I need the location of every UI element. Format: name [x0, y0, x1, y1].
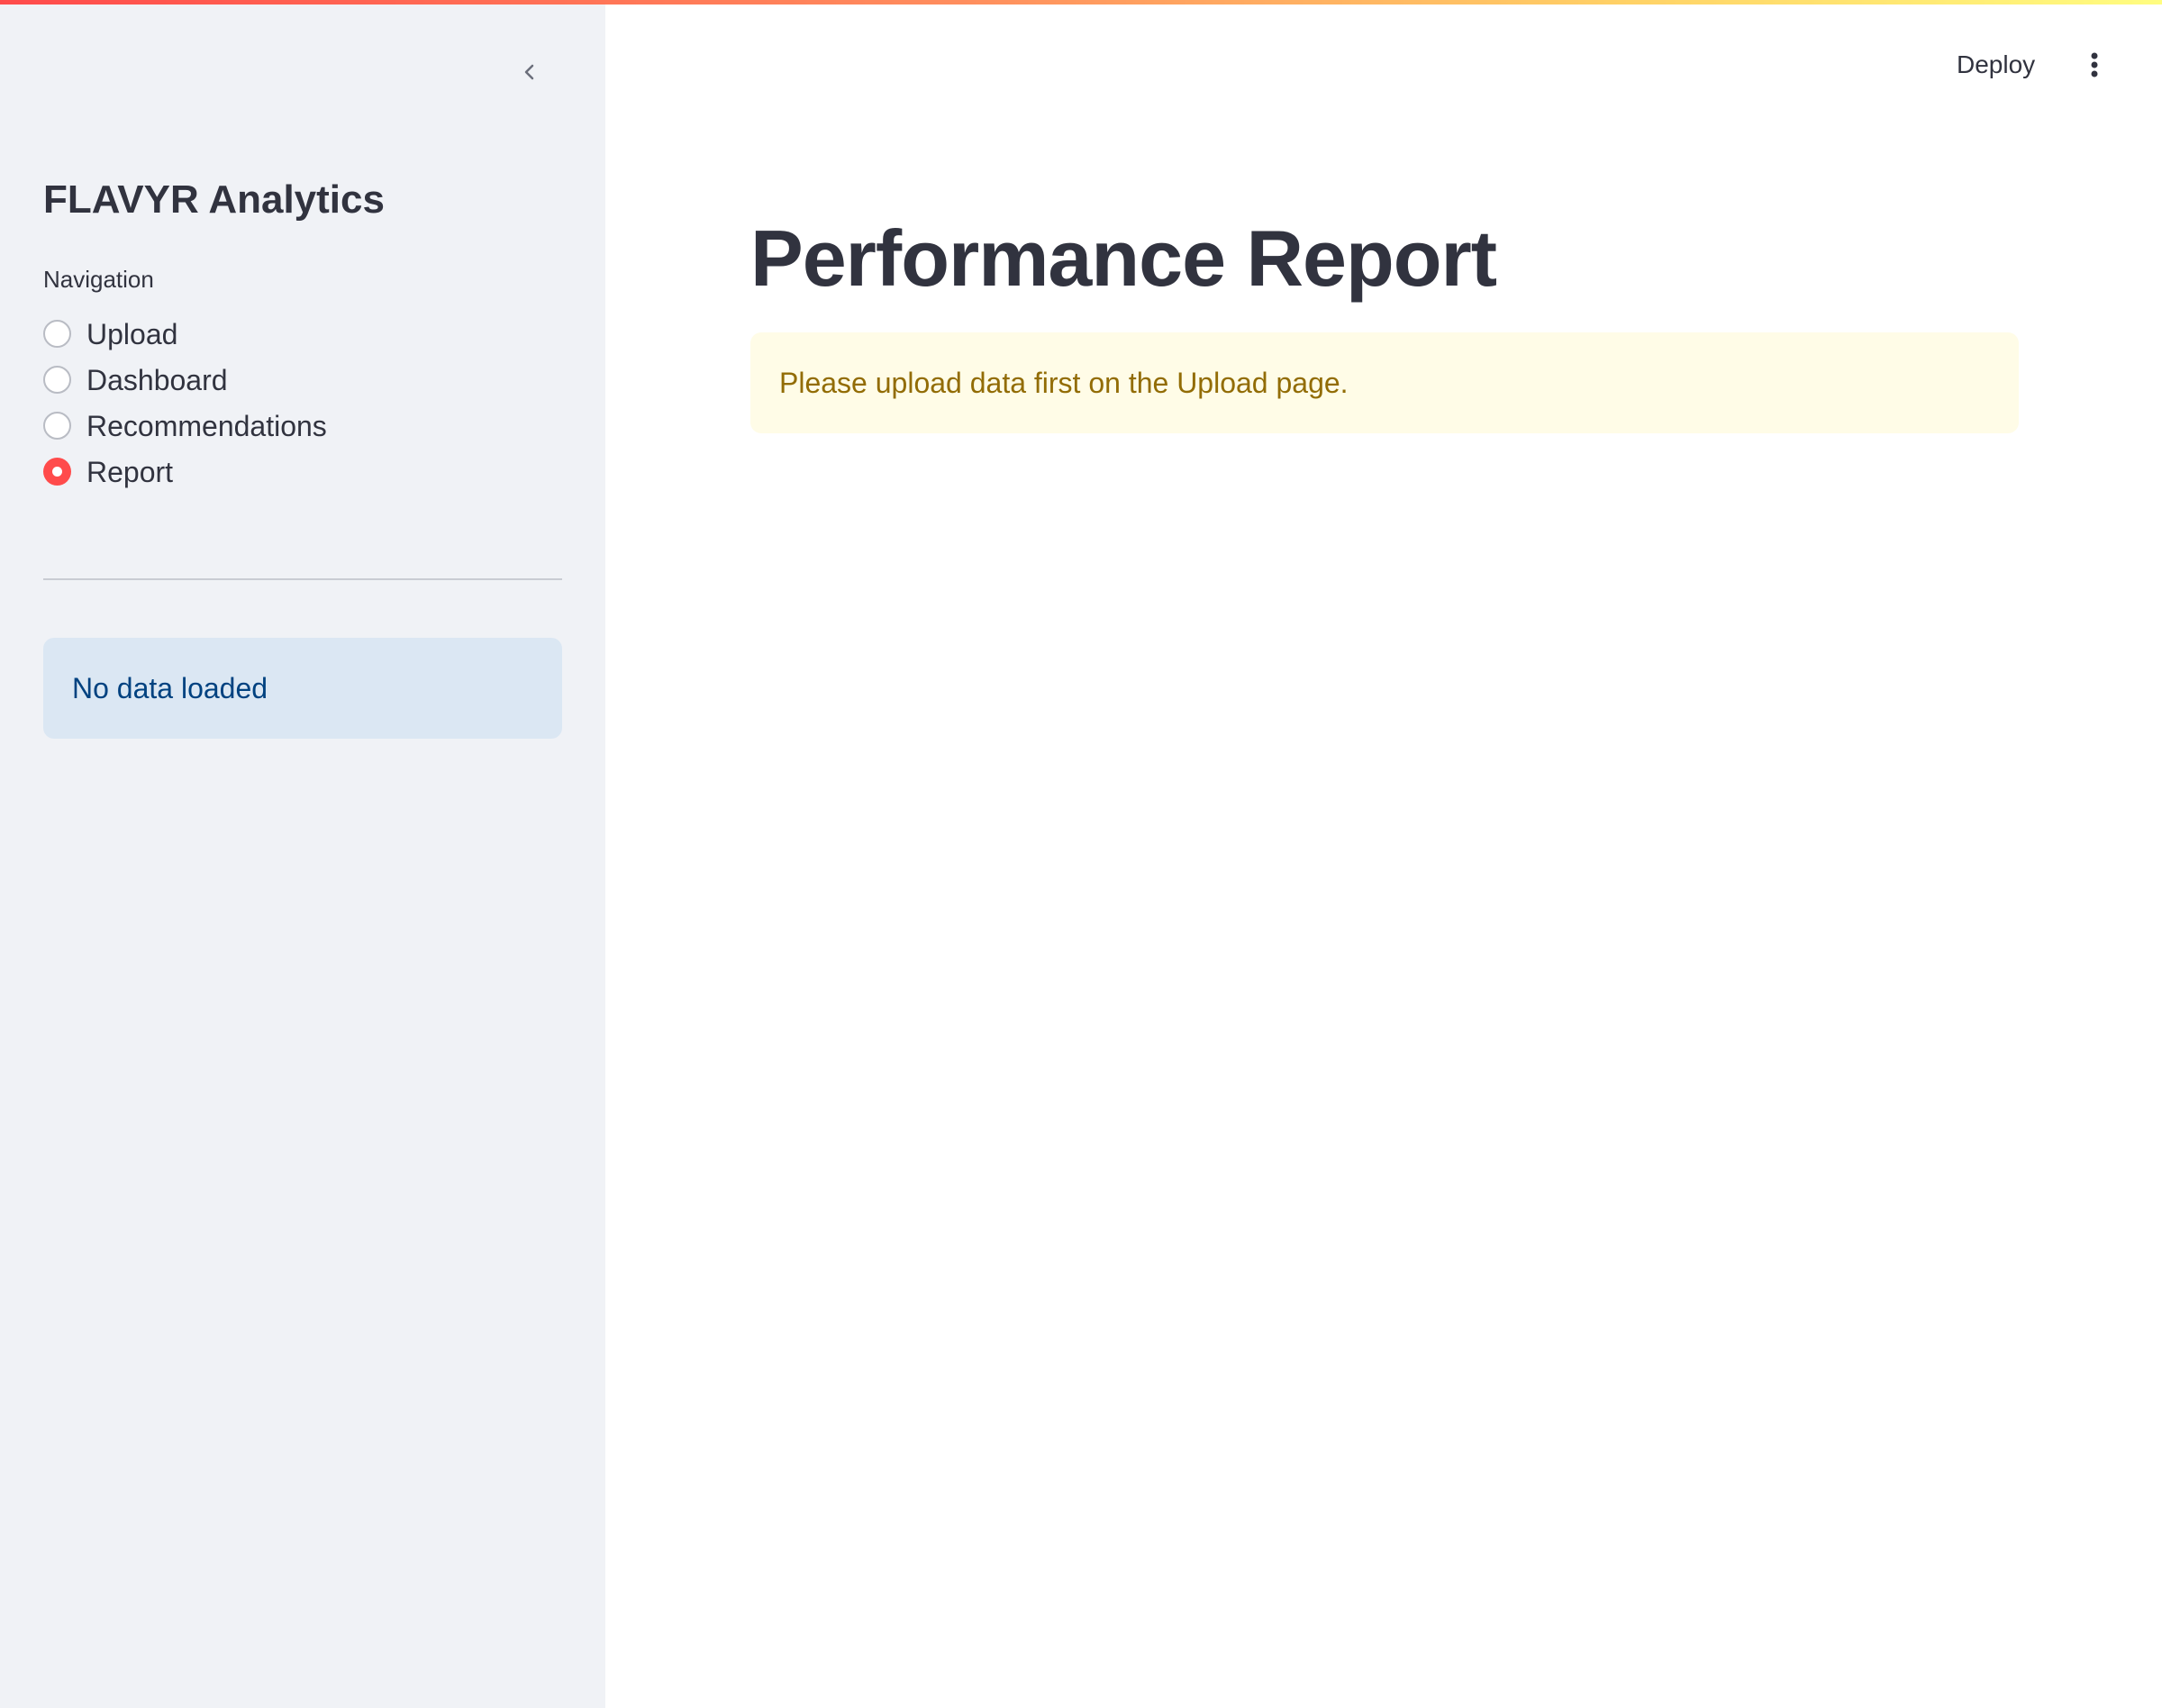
- more-vertical-icon: [2091, 52, 2098, 77]
- radio-button-unchecked[interactable]: [43, 412, 71, 440]
- data-status-info-box: No data loaded: [43, 638, 562, 739]
- nav-option-dashboard[interactable]: Dashboard: [43, 357, 327, 403]
- nav-option-label: Report: [86, 455, 174, 488]
- radio-button-unchecked[interactable]: [43, 366, 71, 394]
- sidebar-divider: [43, 578, 562, 580]
- chevron-left-icon: [524, 64, 534, 80]
- radio-button-checked[interactable]: [43, 458, 71, 486]
- main-menu-button[interactable]: [2076, 47, 2112, 83]
- navigation-label: Navigation: [43, 266, 154, 293]
- nav-option-report[interactable]: Report: [43, 449, 327, 495]
- nav-option-upload[interactable]: Upload: [43, 311, 327, 357]
- upload-warning-text: Please upload data first on the Upload p…: [779, 366, 1349, 399]
- sidebar-title: FLAVYR Analytics: [43, 177, 385, 222]
- top-decoration-bar: [0, 0, 2162, 5]
- nav-option-label: Upload: [86, 317, 178, 350]
- sidebar: FLAVYR Analytics Navigation Upload Dashb…: [0, 0, 605, 1708]
- data-status-text: No data loaded: [72, 671, 268, 704]
- radio-button-unchecked[interactable]: [43, 320, 71, 348]
- nav-option-label: Dashboard: [86, 363, 228, 396]
- navigation-radio-group: Upload Dashboard Recommendations Report: [43, 311, 327, 495]
- deploy-button[interactable]: Deploy: [1957, 47, 2035, 83]
- nav-option-label: Recommendations: [86, 409, 327, 442]
- sidebar-collapse-button[interactable]: [508, 50, 551, 94]
- upload-warning-alert: Please upload data first on the Upload p…: [750, 332, 2019, 433]
- nav-option-recommendations[interactable]: Recommendations: [43, 403, 327, 449]
- page-title: Performance Report: [750, 214, 1497, 303]
